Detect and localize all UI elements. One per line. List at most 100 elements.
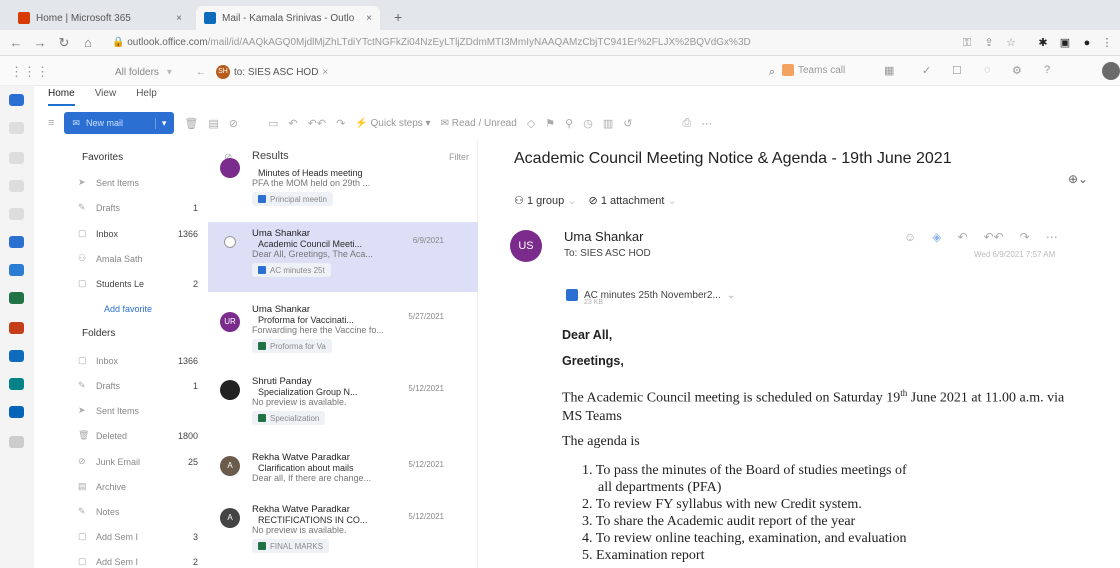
- more-icon[interactable]: ⋯: [1046, 230, 1058, 244]
- back-icon[interactable]: ←: [8, 35, 24, 51]
- folder-item[interactable]: ✎ Drafts 1: [78, 380, 198, 391]
- url-field[interactable]: 🔒 outlook.office.com/mail/id/AAQkAGQ0Mjd…: [112, 34, 962, 52]
- folder-item[interactable]: ▢ Inbox 1366: [78, 228, 198, 239]
- attachment-chip[interactable]: FINAL MARKS: [252, 539, 330, 553]
- flag-icon[interactable]: ⚑: [545, 117, 555, 130]
- new-mail-button[interactable]: ✉ New mail ▾: [64, 112, 175, 134]
- list-item[interactable]: UR Uma Shankar Proforma for Vaccinati...…: [208, 298, 478, 366]
- archive-icon[interactable]: ▤: [208, 117, 218, 130]
- forward-icon[interactable]: ↷: [1020, 230, 1030, 244]
- more-icon[interactable]: ⋯: [701, 117, 712, 130]
- tag-icon[interactable]: ◇: [527, 117, 535, 130]
- tab-home[interactable]: Home: [48, 88, 75, 106]
- attachment-card[interactable]: AC minutes 25th November2... ⌄ 23 KB: [566, 282, 735, 308]
- key-icon[interactable]: ⚿: [960, 36, 974, 50]
- share-icon[interactable]: ⇪: [982, 36, 996, 50]
- tab-help[interactable]: Help: [136, 88, 157, 106]
- new-tab-button[interactable]: +: [394, 9, 402, 25]
- home-icon[interactable]: ⌂: [80, 35, 96, 51]
- folder-item[interactable]: ⊘ Junk Email 25: [78, 456, 198, 467]
- forward-icon[interactable]: ↷: [336, 117, 345, 130]
- collapse-pane-icon[interactable]: ≡: [48, 117, 54, 129]
- sender-avatar[interactable]: US: [510, 230, 542, 262]
- report-icon[interactable]: ⊘: [229, 117, 238, 130]
- close-tab-icon[interactable]: ×: [176, 13, 182, 24]
- app-launcher-icon[interactable]: ⋮⋮⋮: [10, 64, 49, 80]
- browser-tab-mail[interactable]: Mail - Kamala Srinivas - Outlo ×: [196, 6, 380, 30]
- list-item[interactable]: A Rekha Watve Paradkar RECTIFICATIONS IN…: [208, 498, 478, 566]
- gear-icon[interactable]: ⚙: [1012, 64, 1022, 77]
- calendar-icon[interactable]: ▦: [884, 64, 894, 77]
- add-favorite-link[interactable]: Add favorite: [104, 304, 152, 314]
- feedback-icon[interactable]: ☐: [952, 64, 962, 77]
- sender-name[interactable]: Uma Shankar: [564, 229, 643, 244]
- calendar-app-icon[interactable]: [9, 122, 24, 134]
- list-item[interactable]: A Rekha Watve Paradkar Clarification abo…: [208, 446, 478, 496]
- move-icon[interactable]: ▭: [268, 117, 278, 130]
- sharepoint-app-icon[interactable]: [9, 378, 24, 390]
- todo-icon[interactable]: ✓: [922, 64, 931, 77]
- star-icon[interactable]: ☆: [1004, 36, 1018, 50]
- search-box[interactable]: All folders ▾ ← SH to: SIES ASC HOD × ⌕: [115, 62, 775, 82]
- list-item[interactable]: Minutes of Heads meeting PFA the MOM hel…: [208, 158, 478, 220]
- apps-icon[interactable]: ◈: [932, 230, 941, 244]
- delete-icon[interactable]: 🗑: [184, 117, 198, 130]
- chevron-down-icon[interactable]: ⌄: [727, 290, 735, 301]
- folder-item[interactable]: ✎ Drafts 1: [78, 202, 198, 213]
- attachment-chip[interactable]: Specialization: [252, 411, 326, 425]
- chevron-down-icon[interactable]: ▾: [154, 117, 166, 129]
- sidebar-icon[interactable]: ▣: [1058, 36, 1072, 50]
- mail-app-icon[interactable]: [9, 94, 24, 106]
- account-avatar[interactable]: [1102, 62, 1120, 80]
- people-app-icon[interactable]: [9, 152, 24, 164]
- profile-icon[interactable]: ●: [1080, 36, 1094, 50]
- search-icon[interactable]: ⌕: [769, 66, 775, 79]
- list-item[interactable]: Uma Shankar Academic Council Meeti... De…: [208, 222, 478, 292]
- reply-icon[interactable]: ↶: [958, 230, 968, 244]
- teams-call-button[interactable]: Teams call: [782, 59, 845, 81]
- folder-item[interactable]: ➤ Sent Items: [78, 405, 198, 416]
- list-item[interactable]: Shruti Panday Specialization Group N... …: [208, 370, 478, 438]
- filter-button[interactable]: Filter: [449, 152, 469, 162]
- files-app-icon[interactable]: [9, 208, 24, 220]
- zoom-icon[interactable]: ⊕⌄: [1068, 172, 1088, 186]
- attachment-button[interactable]: ⊘ 1 attachment ⌄: [589, 194, 677, 207]
- folder-item[interactable]: ➤ Sent Items: [78, 177, 198, 188]
- folder-item[interactable]: ▢ Students Le 2: [78, 278, 198, 289]
- more-apps-icon[interactable]: [9, 436, 24, 448]
- policy-icon[interactable]: ▥: [603, 117, 613, 130]
- folder-item[interactable]: ⚇ Amala Sath: [78, 253, 198, 264]
- folders-header[interactable]: Folders: [82, 328, 115, 339]
- teams-app-icon[interactable]: [9, 350, 24, 362]
- attachment-chip[interactable]: AC minutes 25t: [252, 263, 331, 277]
- folder-item[interactable]: 🗑 Deleted 1800: [78, 430, 198, 441]
- quick-steps-button[interactable]: ⚡ Quick steps ▾: [355, 118, 430, 129]
- word-app-icon[interactable]: [9, 264, 24, 276]
- folder-item[interactable]: ✎ Notes: [78, 506, 198, 517]
- close-tab-icon[interactable]: ×: [366, 13, 372, 24]
- tab-view[interactable]: View: [95, 88, 117, 106]
- search-chip[interactable]: SH to: SIES ASC HOD ×: [214, 64, 334, 80]
- search-back-icon[interactable]: ←: [196, 67, 206, 78]
- favorites-header[interactable]: Favorites: [82, 152, 123, 163]
- select-checkbox[interactable]: [224, 236, 236, 248]
- excel-app-icon[interactable]: [9, 292, 24, 304]
- emoji-icon[interactable]: ☺: [904, 230, 916, 244]
- todo-app-icon[interactable]: [9, 236, 24, 248]
- reload-icon[interactable]: ↻: [56, 35, 72, 51]
- folder-item[interactable]: ▤ Archive: [78, 481, 198, 492]
- reply-all-icon[interactable]: ↶↶: [308, 117, 326, 130]
- powerpoint-app-icon[interactable]: [9, 322, 24, 334]
- undo-icon[interactable]: ↺: [623, 117, 632, 130]
- folder-item[interactable]: ▢ Inbox 1366: [78, 355, 198, 366]
- group-button[interactable]: ⚇ 1 group ⌄: [514, 194, 577, 207]
- pin-icon[interactable]: ⚲: [565, 117, 573, 130]
- snooze-icon[interactable]: ◷: [583, 117, 593, 130]
- folder-item[interactable]: ▢ Add Sem I 3: [78, 531, 198, 542]
- folder-item[interactable]: ▢ Add Sem I 2: [78, 556, 198, 567]
- attachment-chip[interactable]: Proforma for Va: [252, 339, 332, 353]
- search-scope[interactable]: All folders: [115, 67, 159, 78]
- bell-icon[interactable]: ◌: [984, 64, 991, 76]
- attachment-chip[interactable]: Principal meetin: [252, 192, 333, 206]
- extensions-icon[interactable]: ✱: [1036, 36, 1050, 50]
